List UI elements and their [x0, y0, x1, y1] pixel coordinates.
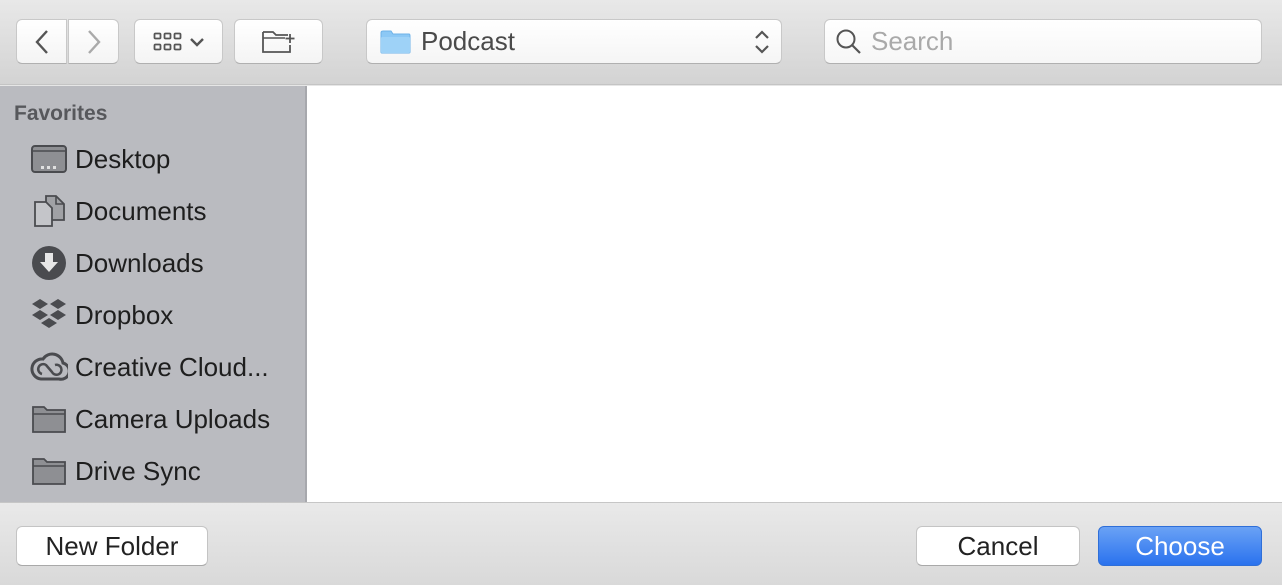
sidebar-item-documents[interactable]: Documents	[30, 189, 300, 233]
sidebar-item-label: Creative Cloud...	[75, 351, 269, 382]
sidebar-item-downloads[interactable]: Downloads	[30, 241, 300, 285]
back-button[interactable]	[16, 19, 67, 64]
sidebar-item-dropbox[interactable]: Dropbox	[30, 293, 300, 337]
documents-icon	[30, 192, 68, 230]
chevron-down-icon	[189, 37, 204, 47]
sidebar-item-label: Documents	[75, 195, 207, 226]
toolbar: Podcast	[0, 0, 1282, 85]
sidebar-item-creative-cloud[interactable]: Creative Cloud...	[30, 345, 300, 389]
sidebar-item-desktop[interactable]: Desktop	[30, 137, 300, 181]
sidebar: Favorites Desktop Documents Downloads Dr…	[0, 86, 307, 502]
choose-button[interactable]: Choose	[1098, 526, 1262, 566]
search-icon	[836, 29, 861, 54]
downloads-icon	[30, 244, 68, 282]
cancel-button[interactable]: Cancel	[916, 526, 1080, 566]
search-input[interactable]	[871, 26, 1251, 57]
view-mode-button[interactable]	[134, 19, 223, 64]
new-folder-icon	[261, 30, 294, 53]
sidebar-item-camera-uploads[interactable]: Camera Uploads	[30, 397, 300, 441]
desktop-icon	[30, 140, 68, 178]
dialog-footer: New Folder Cancel Choose	[0, 502, 1282, 585]
dropbox-icon	[30, 296, 68, 334]
sidebar-item-label: Drive Sync	[75, 455, 201, 486]
sidebar-item-label: Camera Uploads	[75, 403, 271, 434]
up-down-chevron-icon	[755, 30, 769, 54]
folder-icon	[380, 30, 411, 53]
sidebar-item-drive-sync[interactable]: Drive Sync	[30, 449, 300, 493]
file-browser-pane[interactable]	[307, 86, 1282, 502]
sidebar-item-label: Dropbox	[75, 299, 174, 330]
location-popup[interactable]: Podcast	[366, 19, 782, 64]
icon-grid-view-icon	[153, 32, 181, 50]
search-field[interactable]	[824, 19, 1262, 64]
folder-icon	[30, 452, 68, 490]
new-folder-toolbar-button[interactable]	[234, 19, 323, 64]
new-folder-button[interactable]: New Folder	[16, 526, 208, 566]
folder-icon	[30, 400, 68, 438]
forward-button[interactable]	[68, 19, 119, 64]
sidebar-section-favorites: Favorites	[14, 102, 108, 125]
sidebar-item-label: Desktop	[75, 143, 171, 174]
sidebar-item-label: Downloads	[75, 247, 204, 278]
location-label: Podcast	[421, 26, 515, 56]
chevron-right-icon	[87, 29, 101, 54]
creative-cloud-icon	[30, 348, 68, 386]
chevron-left-icon	[34, 29, 48, 54]
